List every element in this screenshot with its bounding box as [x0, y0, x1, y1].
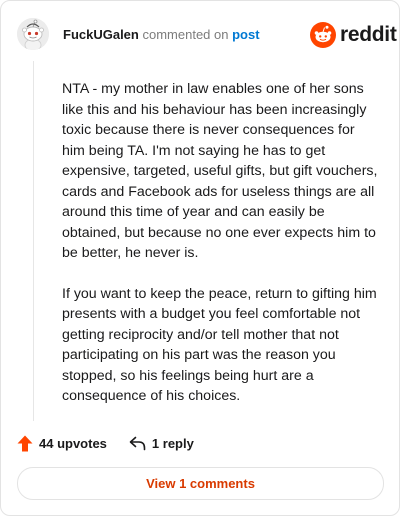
thread-line[interactable]: [33, 61, 34, 421]
comment-paragraph: If you want to keep the peace, return to…: [62, 285, 377, 405]
reply-button[interactable]: 1 reply: [129, 436, 194, 451]
comment-paragraph: NTA - my mother in law enables one of he…: [62, 81, 378, 261]
upvote-count: 44 upvotes: [39, 436, 107, 451]
username-link[interactable]: FuckUGalen: [63, 27, 139, 42]
post-link[interactable]: post: [232, 27, 259, 42]
reddit-snoo-icon: [310, 22, 336, 48]
upvote-arrow-icon: [17, 435, 33, 452]
commented-on-text: commented on: [142, 27, 229, 42]
reply-arrow-icon: [129, 436, 146, 451]
snoo-avatar-icon: [17, 18, 49, 50]
reddit-logo[interactable]: reddit: [310, 22, 397, 48]
reply-count: 1 reply: [151, 436, 194, 451]
reddit-wordmark: reddit: [340, 23, 397, 46]
view-comments-button[interactable]: View 1 comments: [17, 467, 384, 500]
comment-card: FuckUGalen commented on post reddit NTA …: [0, 0, 400, 516]
upvote-button[interactable]: 44 upvotes: [17, 435, 107, 452]
comment-header: FuckUGalen commented on post: [63, 27, 260, 43]
avatar[interactable]: [17, 18, 49, 50]
comment-actions: 44 upvotes 1 reply: [17, 435, 194, 452]
comment-body: NTA - my mother in law enables one of he…: [62, 79, 378, 427]
